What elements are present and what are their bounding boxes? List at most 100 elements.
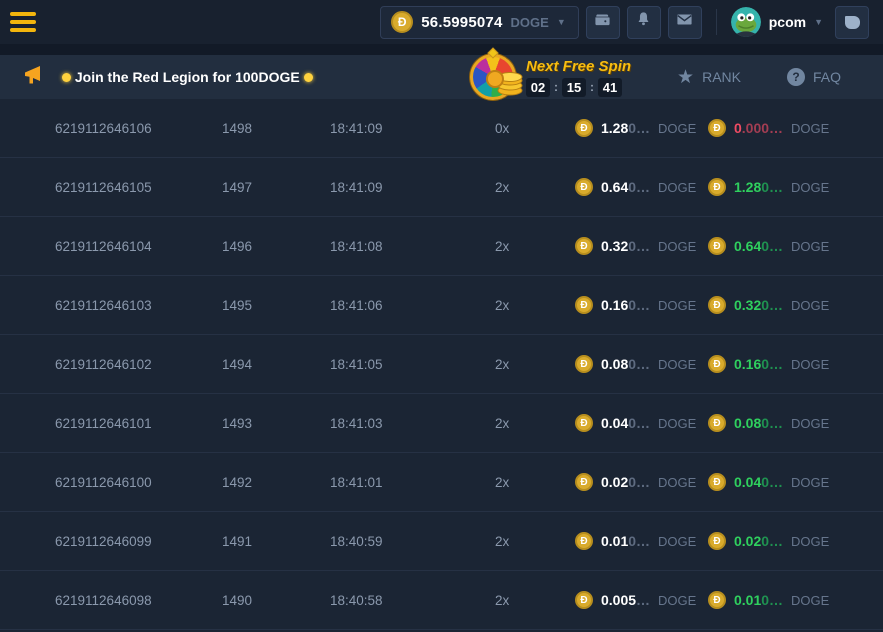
bet-row[interactable]: 6219112646104149618:41:082xĐ0.320…DOGEĐ0…	[0, 217, 883, 276]
doge-coin-icon: Đ	[575, 237, 593, 255]
doge-coin-icon: Đ	[575, 473, 593, 491]
currency-label: DOGE	[791, 534, 829, 549]
bet-multiplier: 2x	[495, 593, 575, 608]
currency-label: DOGE	[791, 298, 829, 313]
currency-label: DOGE	[658, 357, 696, 372]
bet-round: 1491	[222, 534, 330, 549]
bet-payout: Đ0.320…DOGE	[708, 296, 883, 314]
announcement-bar: Join the Red Legion for 100DOGE	[0, 55, 883, 99]
faq-link[interactable]: ? FAQ	[787, 68, 841, 86]
bell-icon	[635, 11, 652, 33]
bet-id: 6219112646102	[55, 357, 222, 372]
mail-icon	[676, 11, 693, 33]
megaphone-icon	[22, 63, 48, 92]
doge-coin-icon: Đ	[708, 591, 726, 609]
bet-row[interactable]: 6219112646099149118:40:592xĐ0.010…DOGEĐ0…	[0, 512, 883, 571]
bet-round: 1492	[222, 475, 330, 490]
bet-amount: Đ0.320…DOGE	[575, 237, 708, 255]
currency-label: DOGE	[791, 416, 829, 431]
spin-wheel-icon	[470, 54, 516, 100]
bet-multiplier: 2x	[495, 357, 575, 372]
bet-amount: Đ0.640…DOGE	[575, 178, 708, 196]
rank-label: RANK	[702, 69, 741, 85]
doge-coin-icon: Đ	[708, 296, 726, 314]
currency-label: DOGE	[658, 534, 696, 549]
doge-coin-icon: Đ	[575, 591, 593, 609]
chevron-down-icon: ▼	[557, 17, 566, 27]
bet-row[interactable]: 6219112646103149518:41:062xĐ0.160…DOGEĐ0…	[0, 276, 883, 335]
bet-multiplier: 2x	[495, 534, 575, 549]
currency-label: DOGE	[791, 121, 829, 136]
bet-amount: Đ1.280…DOGE	[575, 119, 708, 137]
bet-row[interactable]: 6219112646100149218:41:012xĐ0.020…DOGEĐ0…	[0, 453, 883, 512]
announcement-text: Join the Red Legion for 100DOGE	[62, 69, 313, 85]
bet-amount: Đ0.010…DOGE	[575, 532, 708, 550]
bet-amount: Đ0.160…DOGE	[575, 296, 708, 314]
bet-id: 6219112646101	[55, 416, 222, 431]
divider	[716, 9, 717, 35]
bet-row[interactable]: 6219112646098149018:40:582xĐ0.005…DOGEĐ0…	[0, 571, 883, 630]
messages-button[interactable]	[668, 6, 702, 39]
bet-multiplier: 2x	[495, 475, 575, 490]
bet-amount: Đ0.020…DOGE	[575, 473, 708, 491]
bet-id: 6219112646103	[55, 298, 222, 313]
balance-selector[interactable]: Đ 56.5995074 DOGE ▼	[380, 6, 578, 39]
user-menu[interactable]: pcom ▼	[731, 7, 823, 37]
doge-coin-icon: Đ	[708, 414, 726, 432]
bet-row[interactable]: 6219112646106149818:41:090xĐ1.280…DOGEĐ0…	[0, 99, 883, 158]
bet-payout: Đ0.160…DOGE	[708, 355, 883, 373]
chevron-down-icon: ▼	[814, 17, 823, 27]
bet-id: 6219112646098	[55, 593, 222, 608]
currency-label: DOGE	[658, 121, 696, 136]
countdown-hours: 02	[526, 78, 550, 97]
doge-coin-icon: Đ	[575, 414, 593, 432]
menu-button[interactable]	[10, 12, 36, 32]
free-spin-widget[interactable]: Next Free Spin 02 : 15 : 41	[470, 54, 631, 100]
bet-row[interactable]: 6219112646105149718:41:092xĐ0.640…DOGEĐ1…	[0, 158, 883, 217]
bet-payout: Đ0.640…DOGE	[708, 237, 883, 255]
currency-label: DOGE	[791, 239, 829, 254]
bet-round: 1494	[222, 357, 330, 372]
bet-row[interactable]: 6219112646102149418:41:052xĐ0.080…DOGEĐ0…	[0, 335, 883, 394]
bet-multiplier: 2x	[495, 180, 575, 195]
currency-label: DOGE	[658, 593, 696, 608]
username: pcom	[769, 14, 806, 30]
bet-id: 6219112646100	[55, 475, 222, 490]
bet-id: 6219112646104	[55, 239, 222, 254]
menu-icon	[10, 12, 36, 16]
currency-label: DOGE	[658, 416, 696, 431]
doge-coin-icon: Đ	[708, 473, 726, 491]
bet-time: 18:41:09	[330, 180, 495, 195]
faq-label: FAQ	[813, 69, 841, 85]
chat-icon	[845, 16, 860, 29]
bet-amount: Đ0.040…DOGE	[575, 414, 708, 432]
bet-time: 18:41:06	[330, 298, 495, 313]
countdown-seconds: 41	[598, 78, 622, 97]
bet-amount: Đ0.080…DOGE	[575, 355, 708, 373]
currency-label: DOGE	[791, 357, 829, 372]
doge-coin-icon: Đ	[575, 532, 593, 550]
bet-id: 6219112646106	[55, 121, 222, 136]
bet-payout: Đ0.080…DOGE	[708, 414, 883, 432]
avatar	[731, 7, 761, 37]
bet-time: 18:41:09	[330, 121, 495, 136]
bet-payout: Đ1.280…DOGE	[708, 178, 883, 196]
balance-amount: 56.5995074	[421, 14, 502, 31]
bet-multiplier: 2x	[495, 298, 575, 313]
rank-link[interactable]: ★ RANK	[677, 68, 741, 87]
chat-toggle-button[interactable]	[835, 6, 869, 39]
bulb-icon	[304, 73, 313, 82]
notifications-button[interactable]	[627, 6, 661, 39]
currency-label: DOGE	[791, 593, 829, 608]
bet-row[interactable]: 6219112646101149318:41:032xĐ0.040…DOGEĐ0…	[0, 394, 883, 453]
currency-label: DOGE	[791, 180, 829, 195]
wallet-button[interactable]	[586, 6, 620, 39]
bet-payout: Đ0.000…DOGE	[708, 119, 883, 137]
doge-coin-icon: Đ	[708, 237, 726, 255]
bet-id: 6219112646105	[55, 180, 222, 195]
bet-round: 1493	[222, 416, 330, 431]
currency-label: DOGE	[658, 239, 696, 254]
bet-round: 1498	[222, 121, 330, 136]
bet-time: 18:41:08	[330, 239, 495, 254]
doge-coin-icon: Đ	[575, 119, 593, 137]
